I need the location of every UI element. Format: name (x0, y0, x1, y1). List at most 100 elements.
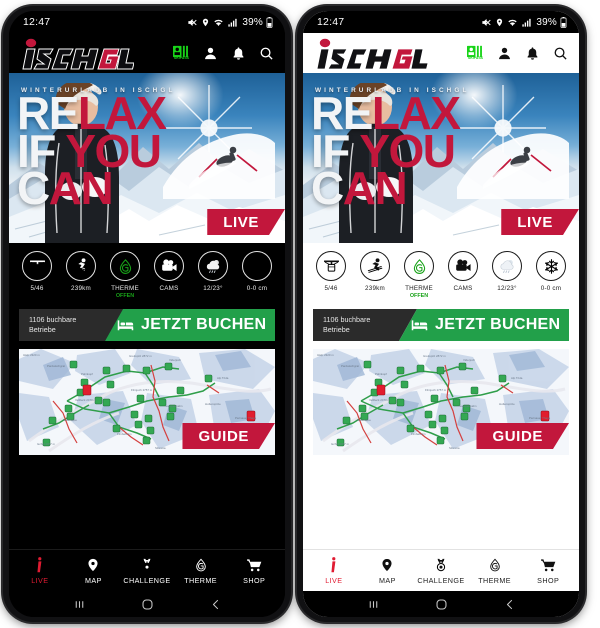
ischgl-logo[interactable] (18, 36, 134, 70)
svg-text:Pardatschgrat: Pardatschgrat (47, 364, 65, 368)
svg-text:Velilleck 2470 m: Velilleck 2470 m (75, 398, 96, 402)
booking-count-line1: 1106 buchbare (323, 315, 371, 325)
nav-label: THERME (478, 575, 511, 585)
gondola-lift-icon (323, 259, 339, 272)
book-now-button[interactable]: JETZT BUCHEN (105, 309, 275, 341)
hero-banner[interactable]: WINTERURLAUB IN ISCHGL RELAX IF YOU CAN … (303, 71, 579, 243)
skipass-label: SKIPASS (467, 56, 484, 61)
recents-icon[interactable] (367, 598, 380, 611)
weather-cloud-icon (500, 259, 513, 273)
booking-count-line2: Betriebe (29, 325, 56, 334)
stat-therme[interactable]: THERME OFFEN (397, 251, 441, 299)
stat-label: THERME (405, 285, 433, 292)
stat-icon-wrap (404, 251, 434, 281)
svg-text:Bodenalpe: Bodenalpe (63, 418, 77, 422)
search-button[interactable] (553, 46, 568, 61)
account-button[interactable] (497, 46, 512, 61)
medal-icon (436, 558, 446, 571)
mute-icon (482, 18, 491, 26)
nav-item-map[interactable]: MAP (67, 557, 121, 585)
stat-weather[interactable]: 12/23° (485, 251, 529, 292)
status-bar-icons: 39% (481, 16, 567, 28)
home-icon[interactable] (141, 598, 154, 611)
nav-item-live[interactable]: LIVE (13, 556, 67, 585)
guide-ribbon-button[interactable]: GUIDE (476, 423, 569, 449)
piste-map-card[interactable]: Idalp 2320 m Pardatschgrat Palinkopf Greit… (313, 349, 569, 455)
piste-map-card[interactable]: Idalp 2320 m Pardatschgrat Palinkopf Greit… (19, 349, 275, 455)
nav-label: LIVE (31, 575, 49, 585)
content-spacer (9, 455, 285, 549)
guide-ribbon-button[interactable]: GUIDE (182, 423, 275, 449)
back-icon[interactable] (503, 598, 516, 611)
nav-item-shop[interactable]: SHOP (227, 557, 281, 585)
powder-skier (163, 133, 275, 199)
stat-cams[interactable]: CAMS (147, 251, 191, 292)
stat-icon-wrap (110, 251, 140, 281)
ischgl-logo[interactable] (312, 36, 428, 70)
therme-drop-icon (195, 558, 206, 571)
mute-icon (188, 18, 197, 26)
bottom-navigation: LIVE MAP CHALLENGE THERME SHOP (9, 549, 285, 591)
svg-text:Flimjoch 2757 m: Flimjoch 2757 m (425, 388, 447, 392)
nav-item-therme[interactable]: THERME (468, 557, 522, 585)
stat-snow[interactable]: 0-0 cm (529, 251, 573, 292)
home-icon[interactable] (435, 598, 448, 611)
nav-item-challenge[interactable]: CHALLENGE (414, 557, 468, 585)
skipass-label: SKIPASS (173, 56, 190, 61)
back-icon[interactable] (209, 598, 222, 611)
nav-item-live[interactable]: LIVE (307, 556, 361, 585)
battery-icon (560, 16, 567, 28)
search-icon (260, 47, 273, 60)
headline-l3-red: AN (48, 162, 114, 215)
hero-headline: RELAX IF YOU CAN (17, 90, 167, 211)
stat-label: 12/23° (203, 285, 223, 292)
nav-item-therme[interactable]: THERME (174, 557, 228, 585)
stat-lifts[interactable]: 5/46 (309, 251, 353, 292)
notifications-button[interactable] (525, 46, 540, 61)
stat-lifts[interactable]: 5/46 (15, 251, 59, 292)
live-info-icon (37, 556, 42, 572)
book-now-button[interactable]: JETZT BUCHEN (399, 309, 569, 341)
account-button[interactable] (203, 46, 218, 61)
nav-item-challenge[interactable]: CHALLENGE (120, 557, 174, 585)
stat-weather[interactable]: 12/23° (191, 251, 235, 292)
map-pin-icon (88, 558, 98, 571)
svg-text:Velilleck 2470 m: Velilleck 2470 m (369, 398, 390, 402)
skipass-button[interactable]: SKIPASS (173, 45, 190, 60)
svg-text:Idalp 2320 m: Idalp 2320 m (317, 353, 334, 357)
svg-text:Fimbabahn: Fimbabahn (411, 432, 426, 436)
nav-label: SHOP (537, 575, 560, 585)
stat-slopes[interactable]: 239km (59, 251, 103, 292)
stat-slopes[interactable]: 239km (353, 251, 397, 292)
skier-icon (73, 258, 89, 273)
stat-therme[interactable]: THERME OFFEN (103, 251, 147, 299)
bed-icon (117, 320, 134, 331)
notifications-button[interactable] (231, 46, 246, 61)
stat-icon-wrap (360, 251, 390, 281)
header-icon-group: SKIPASS (467, 45, 568, 60)
hero-banner[interactable]: WINTERURLAUB IN ISCHGL RELAX IF YOU CAN … (9, 71, 285, 243)
booking-bar[interactable]: 1106 buchbare Betriebe JETZT BUCHEN (19, 309, 275, 341)
booking-bar-wrapper: 1106 buchbare Betriebe JETZT BUCHEN (9, 305, 285, 349)
nav-item-map[interactable]: MAP (361, 557, 415, 585)
skipass-button[interactable]: SKIPASS (467, 45, 484, 60)
nav-label: MAP (379, 575, 396, 585)
phone-screen-light: 12:47 39% SKIPASS WINTERURLAUB IN ISCHGL… (303, 11, 579, 617)
skier-icon (367, 258, 383, 273)
phone-mockup-left: 12:47 39% SKIPASS WINTERURLAUB IN ISCHGL… (3, 6, 291, 622)
svg-text:Fimbabahn: Fimbabahn (117, 432, 132, 436)
therme-drop-icon (489, 558, 500, 571)
stats-strip: 5/46 239km THERME OFFEN CAMS 12/23° 0-0 … (303, 243, 579, 305)
map-pin-icon (382, 558, 392, 571)
stat-cams[interactable]: CAMS (441, 251, 485, 292)
search-button[interactable] (259, 46, 274, 61)
nav-item-shop[interactable]: SHOP (521, 557, 575, 585)
app-header-bar: SKIPASS (303, 33, 579, 73)
gondola-lift-icon (29, 259, 45, 272)
stat-label: 5/46 (30, 285, 44, 292)
stat-snow[interactable]: 0-0 cm (235, 251, 279, 292)
booking-bar[interactable]: 1106 buchbare Betriebe JETZT BUCHEN (313, 309, 569, 341)
recents-icon[interactable] (73, 598, 86, 611)
shopping-cart-icon (247, 558, 262, 571)
booking-count-line1: 1106 buchbare (29, 315, 77, 325)
